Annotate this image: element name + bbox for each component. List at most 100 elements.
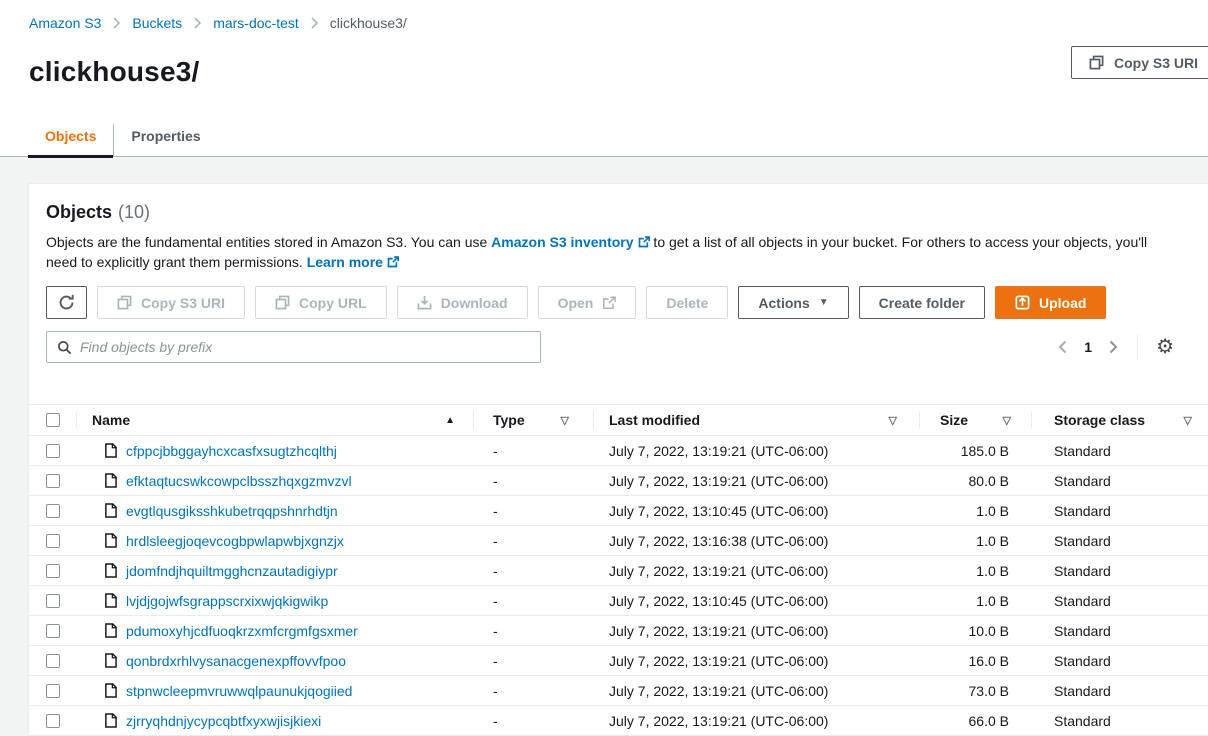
column-header-last-modified[interactable]: Last modified ▽ [593,405,919,435]
object-name-link[interactable]: qonbrdxrhlvysanacgenexpffovvfpoo [126,653,346,669]
objects-description: Objects are the fundamental entities sto… [46,232,1174,272]
column-header-type[interactable]: Type ▽ [473,405,593,435]
breadcrumb-buckets[interactable]: Buckets [132,15,182,31]
amazon-s3-inventory-link[interactable]: Amazon S3 inventory [491,234,649,250]
row-checkbox[interactable] [46,474,60,488]
content-area: Objects(10) Objects are the fundamental … [0,157,1208,736]
file-icon [104,713,117,728]
object-name-link[interactable]: efktaqtucswkcowpclbsszhqxgzmvzvl [126,473,352,489]
object-storage-class: Standard [1031,533,1208,549]
refresh-icon [58,294,75,311]
file-icon [104,563,117,578]
row-checkbox[interactable] [46,654,60,668]
object-name-link[interactable]: lvjdjgojwfsgrappscrxixwjqkigwikp [126,593,328,609]
page-number[interactable]: 1 [1084,339,1092,355]
object-name-link[interactable]: hrdlsleegjoqevcogbpwlapwbjxgnzjx [126,533,344,549]
object-name-link[interactable]: pdumoxyhjcdfuoqkrzxmfcrgmfgsxmer [126,623,358,639]
row-checkbox[interactable] [46,564,60,578]
object-name-link[interactable]: evgtlqusgiksshkubetrqqpshnrhdtjn [126,503,338,519]
object-size: 1.0 B [919,503,1031,519]
file-icon [104,683,117,698]
column-header-name[interactable]: Name ▲ [76,405,473,435]
row-checkbox[interactable] [46,534,60,548]
breadcrumb-chevron-icon [193,16,202,30]
file-icon [104,653,117,668]
tab-objects[interactable]: Objects [28,124,113,156]
sort-icon[interactable]: ▽ [561,414,569,427]
object-type: - [473,593,593,609]
chevron-right-icon[interactable] [1108,339,1119,355]
breadcrumb: Amazon S3 Buckets mars-doc-test clickhou… [0,0,1208,31]
row-checkbox[interactable] [46,594,60,608]
sort-icon[interactable]: ▽ [1184,414,1192,427]
object-size: 16.0 B [919,653,1031,669]
object-size: 73.0 B [919,683,1031,699]
create-folder-button[interactable]: Create folder [859,286,985,319]
table-body: cfppcjbbggayhcxcasfxsugtzhcqlthj - July … [29,436,1208,736]
file-icon [104,443,117,458]
object-storage-class: Standard [1031,473,1208,489]
object-last-modified: July 7, 2022, 13:19:21 (UTC-06:00) [593,473,919,489]
object-last-modified: July 7, 2022, 13:19:21 (UTC-06:00) [593,623,919,639]
object-type: - [473,533,593,549]
learn-more-link[interactable]: Learn more [307,254,399,270]
select-all-checkbox[interactable] [46,413,60,427]
search-icon [57,340,72,355]
tab-properties[interactable]: Properties [113,124,217,156]
breadcrumb-chevron-icon [112,16,121,30]
gear-icon[interactable]: ⚙ [1156,337,1174,357]
table-row: zjrryqhdnjycypcqbtfxyxwjisjkiexi - July … [29,706,1208,736]
object-size: 1.0 B [919,533,1031,549]
object-size: 10.0 B [919,623,1031,639]
file-icon [104,473,117,488]
object-storage-class: Standard [1031,683,1208,699]
object-name-link[interactable]: stpnwcleepmvruwwqlpaunukjqogiied [126,683,352,699]
file-icon [104,533,117,548]
object-last-modified: July 7, 2022, 13:19:21 (UTC-06:00) [593,713,919,729]
object-name-link[interactable]: zjrryqhdnjycypcqbtfxyxwjisjkiexi [126,713,321,729]
object-last-modified: July 7, 2022, 13:19:21 (UTC-06:00) [593,563,919,579]
row-checkbox[interactable] [46,624,60,638]
row-checkbox[interactable] [46,444,60,458]
chevron-left-icon[interactable] [1057,339,1068,355]
object-type: - [473,563,593,579]
row-checkbox[interactable] [46,504,60,518]
header-copy-s3-uri-button[interactable]: Copy S3 URI [1071,46,1208,79]
row-checkbox[interactable] [46,684,60,698]
upload-button[interactable]: Upload [995,286,1106,319]
search-input[interactable] [80,339,530,355]
sort-icon[interactable]: ▽ [889,414,897,427]
object-size: 80.0 B [919,473,1031,489]
table-row: cfppcjbbggayhcxcasfxsugtzhcqlthj - July … [29,436,1208,466]
breadcrumb-amazon-s3[interactable]: Amazon S3 [29,15,101,31]
sort-ascending-icon[interactable]: ▲ [445,415,455,426]
breadcrumb-bucket-name[interactable]: mars-doc-test [213,15,299,31]
object-name-link[interactable]: jdomfndjhquiltmgghcnzautadigiypr [126,563,338,579]
open-button[interactable]: Open [538,286,637,319]
table-row: jdomfndjhquiltmgghcnzautadigiypr - July … [29,556,1208,586]
object-size: 185.0 B [919,443,1031,459]
row-checkbox[interactable] [46,714,60,728]
copy-icon [275,295,290,310]
copy-url-button[interactable]: Copy URL [255,286,387,319]
delete-button[interactable]: Delete [646,286,728,319]
object-last-modified: July 7, 2022, 13:19:21 (UTC-06:00) [593,443,919,459]
file-icon [104,593,117,608]
column-header-size[interactable]: Size ▽ [919,405,1031,435]
refresh-button[interactable] [46,286,87,319]
copy-s3-uri-button[interactable]: Copy S3 URI [97,286,245,319]
actions-dropdown-button[interactable]: Actions ▼ [738,286,848,319]
table-row: hrdlsleegjoqevcogbpwlapwbjxgnzjx - July … [29,526,1208,556]
page-title: clickhouse3/ [29,56,1208,88]
object-storage-class: Standard [1031,653,1208,669]
object-name-link[interactable]: cfppcjbbggayhcxcasfxsugtzhcqlthj [126,443,337,459]
download-button[interactable]: Download [397,286,528,319]
file-icon [104,623,117,638]
objects-table: Name ▲ Type ▽ Last modified ▽ Size ▽ [29,404,1208,736]
sort-icon[interactable]: ▽ [1003,414,1011,427]
object-storage-class: Standard [1031,713,1208,729]
breadcrumb-chevron-icon [310,16,319,30]
column-header-storage-class[interactable]: Storage class ▽ [1031,405,1208,435]
breadcrumb-current-folder: clickhouse3/ [330,15,407,31]
object-storage-class: Standard [1031,593,1208,609]
